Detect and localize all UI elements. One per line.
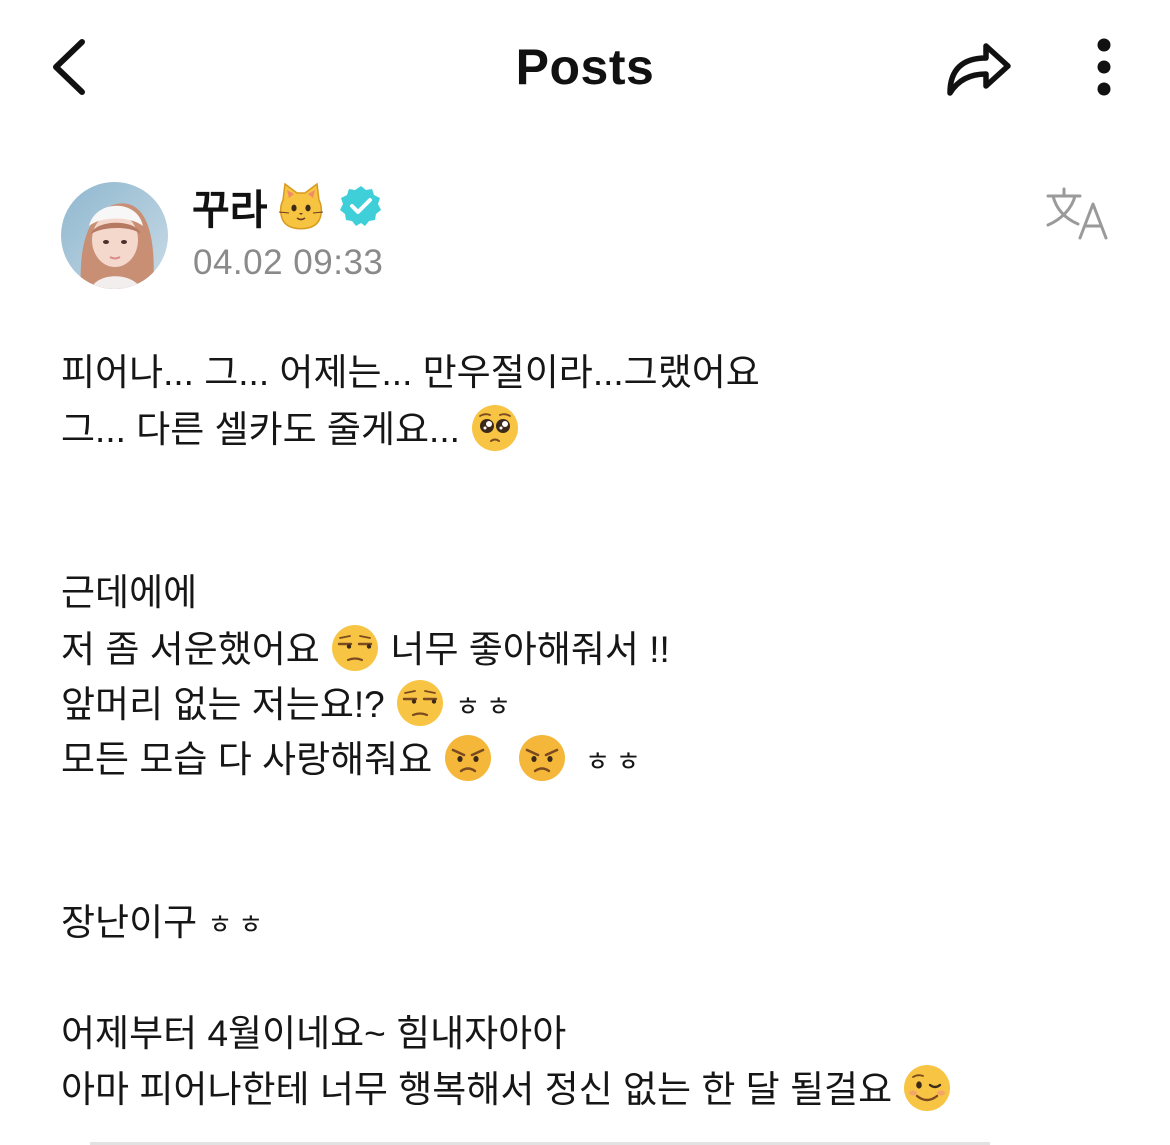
post-text: 피어나... 그... 어제는... 만우절이라...그랬어요 (61, 352, 760, 393)
author-name[interactable]: 꾸라 (192, 176, 267, 236)
share-arrow-icon (947, 43, 1011, 96)
post-text: 모든 모습 다 사랑해줘요 (61, 739, 433, 780)
angry-face-emoji (518, 735, 565, 782)
post-text: ㅎㅎ (585, 747, 647, 778)
avatar[interactable] (61, 182, 168, 289)
post-text: 장난이구 (61, 902, 198, 943)
post-text: 아마 피어나한테 너무 행복해서 정신 없는 한 달 될걸요 (61, 1069, 893, 1110)
post-line: 그... 다른 셀카도 줄게요... (61, 402, 520, 458)
angry-face-emoji (444, 735, 491, 782)
share-button[interactable] (940, 30, 1020, 105)
author-line: 꾸라 (192, 176, 383, 236)
post-text: 앞머리 없는 저는요!? (61, 684, 385, 725)
pleading-face-emoji (472, 405, 519, 452)
post-line: 피어나... 그... 어제는... 만우절이라...그랬어요 (61, 345, 760, 401)
post-line: 어제부터 4월이네요~ 힘내자아아 (61, 1006, 566, 1062)
post-line: 아마 피어나한테 너무 행복해서 정신 없는 한 달 될걸요 (61, 1062, 952, 1118)
cat-face-emoji (279, 182, 324, 230)
winking-face-emoji (904, 1065, 951, 1112)
unamused-face-emoji (332, 625, 379, 672)
more-options-button[interactable] (1084, 34, 1124, 100)
post-timestamp: 04.02 09:33 (193, 243, 384, 282)
post-text: 너무 좋아해줘서 !! (390, 629, 670, 670)
unamused-face-emoji (397, 680, 444, 727)
post-text: ㅎㅎ (455, 692, 517, 723)
post-text: 근데에에 (61, 572, 198, 613)
post-text: 저 좀 서운했어요 (61, 629, 320, 670)
post-detail-screen: Posts 꾸라 04.02 09:33 피어나... 그... 어제는... … (0, 0, 1170, 1145)
post-text: 어제부터 4월이네요~ 힘내자아아 (61, 1013, 567, 1054)
post-line: 앞머리 없는 저는요!? ㅎㅎ (61, 677, 517, 733)
post-text: 그... 다른 셀카도 줄게요... (61, 409, 460, 450)
top-nav-bar: Posts (0, 0, 1170, 135)
post-line: 장난이구 ㅎㅎ (61, 895, 269, 951)
translate-icon (1046, 187, 1108, 240)
verified-badge-icon (340, 186, 382, 226)
more-vertical-icon (1097, 38, 1111, 96)
translate-button[interactable] (1042, 186, 1114, 244)
post-line: 모든 모습 다 사랑해줘요 ㅎㅎ (61, 732, 647, 788)
post-text: ㅎㅎ (207, 910, 270, 941)
post-line: 저 좀 서운했어요 너무 좋아해줘서 !! (61, 622, 670, 678)
post-line: 근데에에 (61, 565, 197, 621)
